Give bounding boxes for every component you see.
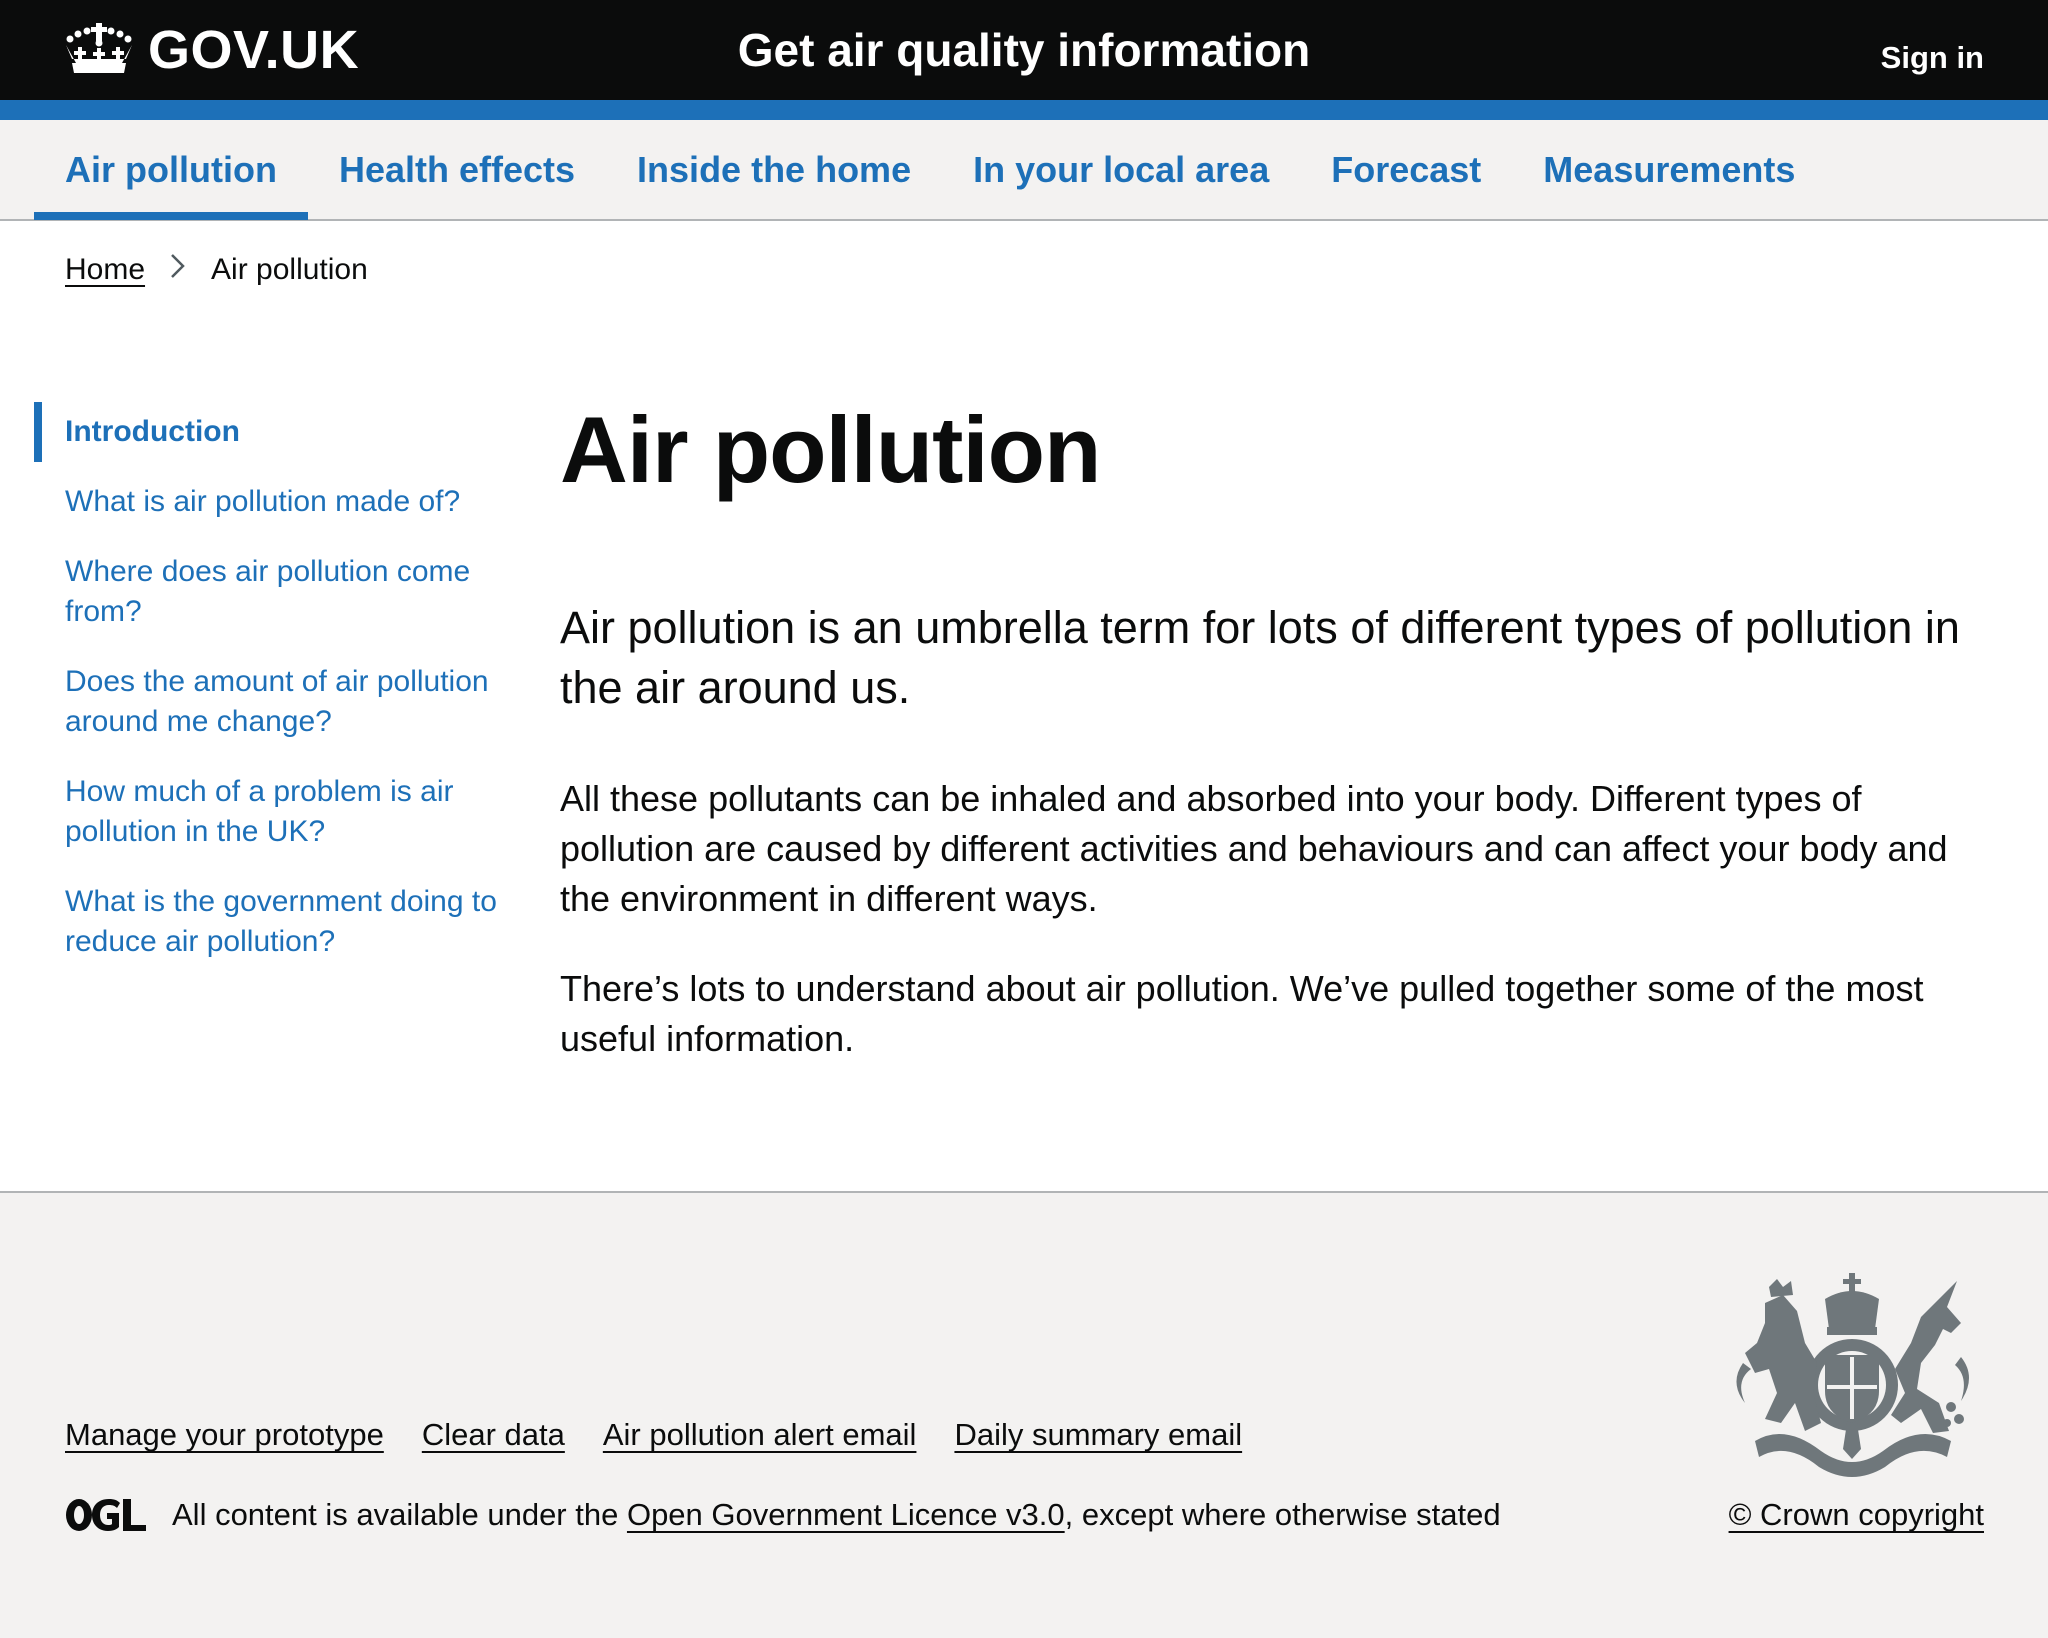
sidebar-item-problem-uk[interactable]: How much of a problem is air pollution i… xyxy=(34,772,504,852)
ogl-logo-icon xyxy=(66,1499,146,1531)
sidebar-link[interactable]: What is the government doing to reduce a… xyxy=(65,885,497,958)
nav-item-health-effects[interactable]: Health effects xyxy=(308,120,606,220)
sign-in-link[interactable]: Sign in xyxy=(1881,36,1984,80)
sidebar-link[interactable]: Introduction xyxy=(65,415,240,448)
royal-coat-of-arms-icon xyxy=(1736,1273,1969,1477)
sidebar-link[interactable]: What is air pollution made of? xyxy=(65,485,460,518)
license-prefix: All content is available under the xyxy=(172,1497,627,1532)
nav-link-forecast[interactable]: Forecast xyxy=(1331,149,1481,191)
nav-item-measurements[interactable]: Measurements xyxy=(1512,120,1826,220)
page-title: Air pollution xyxy=(560,397,1101,502)
sidebar-item-introduction[interactable]: Introduction xyxy=(34,402,504,462)
nav-link-air-pollution[interactable]: Air pollution xyxy=(65,149,277,191)
nav-link-inside-the-home[interactable]: Inside the home xyxy=(637,149,911,191)
chevron-right-icon xyxy=(163,250,193,290)
sidebar-link[interactable]: How much of a problem is air pollution i… xyxy=(65,775,453,848)
nav-link-measurements[interactable]: Measurements xyxy=(1543,149,1795,191)
nav-item-inside-the-home[interactable]: Inside the home xyxy=(606,120,942,220)
sidebar-item-government[interactable]: What is the government doing to reduce a… xyxy=(34,882,504,962)
nav-item-forecast[interactable]: Forecast xyxy=(1300,120,1512,220)
nav-item-air-pollution[interactable]: Air pollution xyxy=(34,120,308,220)
site-header: GOV.UK Get air quality information Sign … xyxy=(0,0,2048,100)
body-paragraph: All these pollutants can be inhaled and … xyxy=(560,778,1948,919)
site-footer: Manage your prototype Clear data Air pol… xyxy=(0,1191,2048,1638)
service-name[interactable]: Get air quality information xyxy=(0,20,2048,80)
breadcrumb-current: Air pollution xyxy=(211,253,368,286)
main-content: Air pollution Air pollution is an umbrel… xyxy=(560,390,1990,1104)
license-statement: All content is available under the Open … xyxy=(65,1493,1501,1537)
nav-item-in-your-local-area[interactable]: In your local area xyxy=(942,120,1300,220)
breadcrumb-home-link[interactable]: Home xyxy=(65,250,145,290)
footer-link-manage-prototype[interactable]: Manage your prototype xyxy=(65,1413,384,1457)
body-paragraph: There’s lots to understand about air pol… xyxy=(560,968,1924,1059)
license-suffix: , except where otherwise stated xyxy=(1064,1497,1501,1532)
nav-link-health-effects[interactable]: Health effects xyxy=(339,149,575,191)
sidebar-link[interactable]: Does the amount of air pollution around … xyxy=(65,665,489,738)
sidebar-item-amount-change[interactable]: Does the amount of air pollution around … xyxy=(34,662,504,742)
crown-copyright-link[interactable]: © Crown copyright xyxy=(1729,1493,1984,1537)
sidebar-link[interactable]: Where does air pollution come from? xyxy=(65,555,470,628)
primary-navigation: Air pollution Health effects Inside the … xyxy=(0,120,2048,221)
footer-link-alert-email[interactable]: Air pollution alert email xyxy=(603,1413,917,1457)
nav-link-in-your-local-area[interactable]: In your local area xyxy=(973,149,1269,191)
footer-link-daily-summary[interactable]: Daily summary email xyxy=(954,1413,1242,1457)
header-blue-stripe xyxy=(0,100,2048,120)
sidebar-contents: Introduction What is air pollution made … xyxy=(34,402,504,992)
sidebar-item-come-from[interactable]: Where does air pollution come from? xyxy=(34,552,504,632)
breadcrumb: Home Air pollution xyxy=(65,250,368,290)
license-link[interactable]: Open Government Licence v3.0 xyxy=(627,1493,1065,1537)
lead-paragraph: Air pollution is an umbrella term for lo… xyxy=(560,602,1960,713)
sidebar-item-made-of[interactable]: What is air pollution made of? xyxy=(34,482,504,522)
footer-link-clear-data[interactable]: Clear data xyxy=(422,1413,565,1457)
footer-links: Manage your prototype Clear data Air pol… xyxy=(65,1413,1280,1457)
